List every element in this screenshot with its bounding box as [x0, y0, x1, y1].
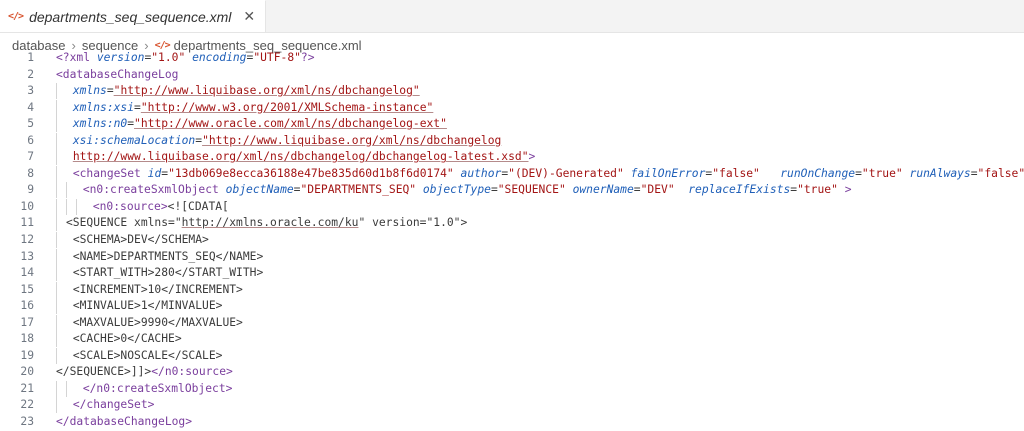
code-line: 16 <MINVALUE>1</MINVALUE> — [0, 298, 1024, 315]
line-number: 19 — [20, 348, 34, 362]
line-number: 17 — [20, 315, 34, 329]
xml-file-icon: </> — [8, 11, 24, 22]
code-line: 18 <CACHE>0</CACHE> — [0, 331, 1024, 348]
line-number: 1 — [27, 51, 34, 64]
code-line: 7 http://www.liquibase.org/xml/ns/dbchan… — [0, 149, 1024, 166]
line-number: 9 — [27, 183, 34, 197]
line-number: 23 — [20, 415, 34, 429]
line-number: 11 — [20, 216, 34, 230]
code-line: 9 <n0:createSxmlObject objectName="DEPAR… — [0, 182, 1024, 199]
tab-bar: </> departments_seq_sequence.xml ✕ — [0, 0, 1024, 33]
line-number: 16 — [20, 299, 34, 313]
code-line: 3 xmlns="http://www.liquibase.org/xml/ns… — [0, 83, 1024, 100]
line-number: 20 — [20, 365, 34, 379]
line-number: 8 — [27, 166, 34, 180]
code-line: 10 <n0:source><![CDATA[ — [0, 198, 1024, 216]
code-line: 22 </changeSet> — [0, 397, 1024, 414]
line-number: 7 — [27, 150, 34, 164]
code-line: 8 <changeSet id="13db069e8ecca36188e47be… — [0, 165, 1024, 183]
code-editor[interactable]: 1 <?xml version="1.0" encoding="UTF-8"?>… — [0, 50, 1024, 431]
code-line: 21 </n0:createSxmlObject> — [0, 380, 1024, 398]
code-line: 2 <databaseChangeLog — [0, 67, 1024, 84]
code-line: 23 </databaseChangeLog> — [0, 414, 1024, 431]
close-icon[interactable]: ✕ — [243, 8, 255, 25]
tab-departments-seq-sequence[interactable]: </> departments_seq_sequence.xml ✕ — [0, 0, 267, 32]
code-line: 19 <SCALE>NOSCALE</SCALE> — [0, 347, 1024, 365]
line-number: 5 — [27, 117, 34, 131]
code-line: 6 xsi:schemaLocation="http://www.liquiba… — [0, 132, 1024, 150]
code-line: 11 <SEQUENCE xmlns="http://xmlns.oracle.… — [0, 215, 1024, 232]
line-number: 21 — [20, 381, 34, 395]
code-line: 17 <MAXVALUE>9990</MAXVALUE> — [0, 314, 1024, 332]
line-number: 3 — [27, 84, 34, 98]
code-line: 12 <SCHEMA>DEV</SCHEMA> — [0, 232, 1024, 249]
code-line: 13 <NAME>DEPARTMENTS_SEQ</NAME> — [0, 248, 1024, 266]
line-number: 18 — [20, 332, 34, 346]
code-line: 14 <START_WITH>280</START_WITH> — [0, 265, 1024, 282]
line-number: 12 — [20, 233, 34, 247]
line-number: 22 — [20, 398, 34, 412]
line-number: 10 — [20, 199, 34, 213]
line-number: 14 — [20, 266, 34, 280]
code-line: 5 xmlns:n0="http://www.oracle.com/xml/ns… — [0, 116, 1024, 133]
xml-file-icon: </> — [154, 39, 171, 51]
code-line: 20 </SEQUENCE>]]></n0:source> — [0, 364, 1024, 381]
code-line: 1 <?xml version="1.0" encoding="UTF-8"?> — [0, 50, 1024, 67]
code-line: 15 <INCREMENT>10</INCREMENT> — [0, 281, 1024, 299]
line-number: 4 — [27, 100, 34, 114]
line-number: 15 — [20, 282, 34, 296]
line-number: 6 — [27, 133, 34, 147]
tab-title: departments_seq_sequence.xml — [29, 8, 232, 25]
code-line: 4 xmlns:xsi="http://www.w3.org/2001/XMLS… — [0, 99, 1024, 117]
line-number: 13 — [20, 249, 34, 263]
line-number: 2 — [27, 67, 34, 81]
